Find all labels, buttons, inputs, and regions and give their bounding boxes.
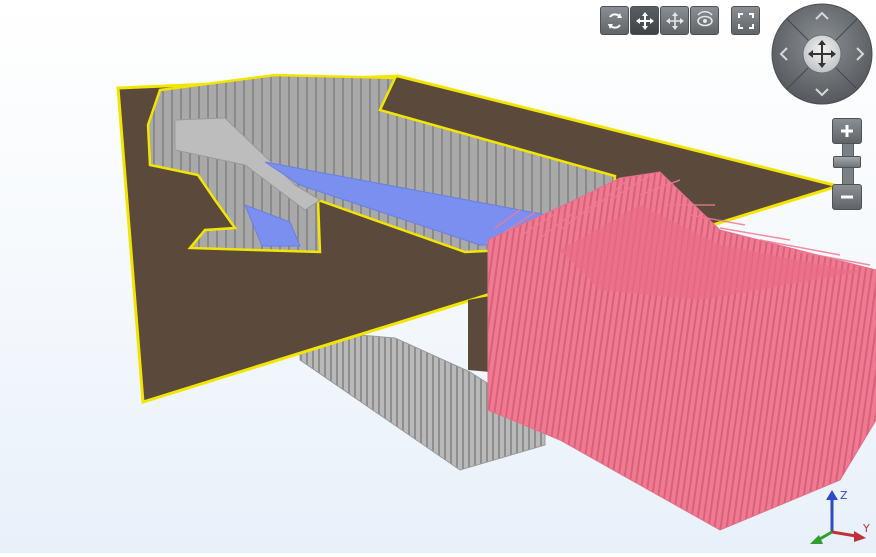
point-cloud-block: [487, 171, 876, 531]
y-axis-label: Y: [862, 522, 870, 535]
zoom-slider-thumb[interactable]: [833, 156, 861, 168]
model-scene: [116, 73, 876, 531]
move-icon: [665, 11, 684, 30]
3d-viewport[interactable]: [0, 0, 876, 553]
plus-icon: [841, 125, 853, 137]
y-axis-line: [831, 530, 857, 538]
orbit-button[interactable]: [600, 6, 629, 35]
zoom-in-button[interactable]: [832, 118, 862, 144]
toolbar-gap: [720, 6, 730, 35]
pan-icon: [635, 11, 654, 30]
move-button[interactable]: [660, 6, 689, 35]
ground-edge: [468, 296, 490, 372]
minus-icon: [841, 195, 853, 199]
z-axis-arrow: [826, 490, 838, 500]
axis-triad-graphic: Z Y: [810, 489, 870, 544]
axis-triad: Z Y: [804, 486, 874, 550]
fullscreen-icon: [737, 12, 754, 29]
zoom-out-button[interactable]: [832, 184, 862, 210]
viewer-toolbar: [600, 6, 760, 35]
fullscreen-button[interactable]: [731, 6, 760, 35]
z-axis-label: Z: [840, 489, 848, 502]
zoom-control: [832, 118, 862, 210]
navigation-wheel[interactable]: [771, 3, 873, 105]
orbit-icon: [607, 12, 622, 29]
navigation-wheel-icon: [771, 3, 873, 105]
look-around-button[interactable]: [690, 6, 719, 35]
pan-button[interactable]: [630, 6, 659, 35]
look-around-icon: [696, 10, 713, 26]
